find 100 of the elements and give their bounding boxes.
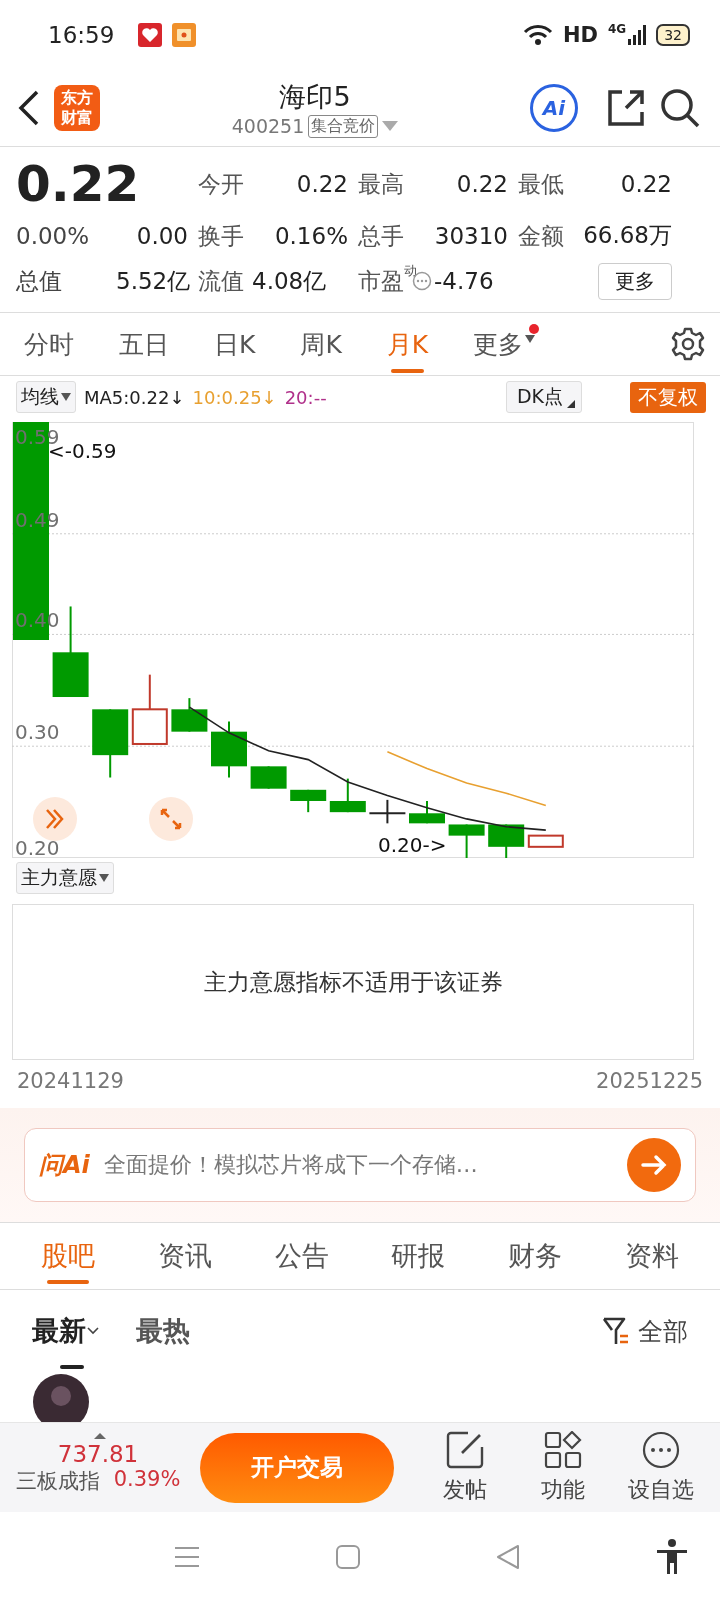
ma-reading: 20:-- <box>284 386 327 408</box>
ai-question-bar[interactable]: 问Ai 全面提价！模拟芯片将成下一个存储… <box>24 1128 696 1202</box>
more-icon[interactable] <box>642 1430 680 1469</box>
candlestick <box>488 823 525 858</box>
index-name: 三板成指 <box>15 1467 100 1495</box>
stat-value: 0.16% <box>273 222 348 249</box>
status-badge: 集合竞价 <box>308 114 379 138</box>
change-percent: 0.00% <box>16 222 91 249</box>
stock-name: 海印5 <box>279 79 351 114</box>
candlestick <box>368 798 407 825</box>
candlestick <box>409 800 445 825</box>
stat-label: 今开 <box>197 170 245 199</box>
action-label[interactable]: 设自选 <box>628 1474 694 1505</box>
candlestick <box>329 777 366 814</box>
index-change: 0.39% <box>113 1466 181 1493</box>
fullscreen-icon[interactable] <box>149 797 193 841</box>
ma-reading: 10:0.25↓ <box>192 386 277 408</box>
caret-icon <box>61 393 71 401</box>
ma-reading: MA5:0.22↓ <box>84 386 185 408</box>
news-tab[interactable]: 财务 <box>503 1226 566 1286</box>
chevron-down-icon <box>86 1326 100 1336</box>
apps-icon[interactable] <box>544 1430 582 1469</box>
candlestick <box>211 720 247 779</box>
sort-tab[interactable]: 最热 <box>136 1303 190 1371</box>
stat-value: 5.52亿 <box>116 266 188 296</box>
filter-icon[interactable] <box>602 1316 630 1346</box>
caret-icon <box>99 874 109 882</box>
axis-label: 0.20 <box>15 836 60 858</box>
wifi-icon <box>522 24 553 46</box>
home-icon[interactable] <box>336 1545 360 1569</box>
ai-question: 全面提价！模拟芯片将成下一个存储… <box>103 1151 479 1179</box>
price-annotation: 0.20-> <box>378 833 447 857</box>
ai-logo: 问Ai <box>39 1150 90 1181</box>
clock: 16:59 <box>48 22 115 48</box>
envelope-notification-icon <box>172 23 197 47</box>
end-date: 20251225 <box>596 1069 703 1093</box>
caret-icon <box>525 335 536 343</box>
stat-value: 66.68万 <box>582 221 672 251</box>
stat-label: 总值 <box>16 266 63 296</box>
period-tab[interactable]: 五日 <box>105 315 183 373</box>
network-label: HD <box>562 23 598 47</box>
period-tab[interactable]: 周K <box>286 315 356 373</box>
stat-value: 0.22 <box>455 171 508 197</box>
share-icon[interactable] <box>606 88 646 128</box>
search-icon[interactable] <box>660 88 700 128</box>
edit-icon[interactable] <box>446 1430 484 1469</box>
more-button[interactable]: 更多 <box>598 262 672 300</box>
candlestick <box>250 765 287 790</box>
candlestick <box>290 788 327 814</box>
dk-dropdown[interactable]: DK点 <box>505 381 582 413</box>
stat-value: 0.22 <box>619 171 672 197</box>
period-tab[interactable]: 日K <box>200 315 270 373</box>
stat-value: -4.76 <box>434 268 494 295</box>
stat-label: 总手 <box>357 221 405 251</box>
news-tab[interactable]: 资讯 <box>154 1226 216 1286</box>
corner-caret-icon <box>567 400 575 408</box>
app-notification-icon <box>138 23 163 47</box>
stat-value: 0.22 <box>295 171 348 197</box>
avatar <box>33 1374 89 1422</box>
news-tab[interactable]: 资料 <box>620 1226 683 1286</box>
accessibility-icon[interactable] <box>656 1539 688 1575</box>
app-logo: 东方财富 <box>54 85 100 131</box>
indicator-dropdown[interactable]: 主力意愿 <box>16 862 114 894</box>
period-tab[interactable]: 分时 <box>10 315 88 373</box>
stat-value: 30310 <box>433 222 508 249</box>
stat-label: 流值 <box>197 267 245 297</box>
action-label[interactable]: 功能 <box>541 1474 585 1505</box>
stat-label: 金额 <box>517 221 565 251</box>
stat-label: 最低 <box>517 170 565 199</box>
ai-button[interactable]: Ai <box>530 84 578 132</box>
stat-value: 4.08亿 <box>252 266 327 296</box>
period-tab[interactable]: 更多 <box>459 315 550 373</box>
menu-icon[interactable] <box>174 1546 200 1568</box>
stat-label: 最高 <box>357 170 405 199</box>
action-label[interactable]: 发帖 <box>443 1474 487 1505</box>
axis-label: 0.30 <box>15 720 60 745</box>
mobile-label: 4G <box>607 22 627 36</box>
candlestick <box>448 823 485 858</box>
stock-code: 400251 <box>231 115 305 137</box>
up-arrow-icon <box>94 1432 106 1439</box>
last-price: 0.22 <box>16 155 141 213</box>
start-date: 20241129 <box>17 1069 124 1093</box>
arrow-right-icon[interactable] <box>627 1138 681 1192</box>
candlestick <box>171 697 208 733</box>
news-tab[interactable]: 公告 <box>270 1226 333 1286</box>
news-tab[interactable]: 研报 <box>387 1226 450 1286</box>
candlestick <box>131 673 168 745</box>
indicator-message: 主力意愿指标不适用于该证券 <box>203 967 503 997</box>
signal-icon <box>628 25 647 45</box>
expand-panel-icon[interactable] <box>33 797 77 841</box>
candlestick <box>92 708 129 779</box>
stat-label: 换手 <box>197 221 245 251</box>
filter-button[interactable]: 全部 <box>638 1314 688 1348</box>
sort-tab[interactable]: 最新 <box>32 1303 100 1371</box>
indicator-dropdown[interactable]: 均线 <box>16 381 76 413</box>
index-value: 737.81 <box>57 1440 139 1467</box>
candlestick <box>527 834 564 848</box>
settings-icon[interactable] <box>670 326 706 362</box>
battery-indicator: 32 <box>656 24 690 46</box>
back-icon[interactable] <box>18 90 40 126</box>
